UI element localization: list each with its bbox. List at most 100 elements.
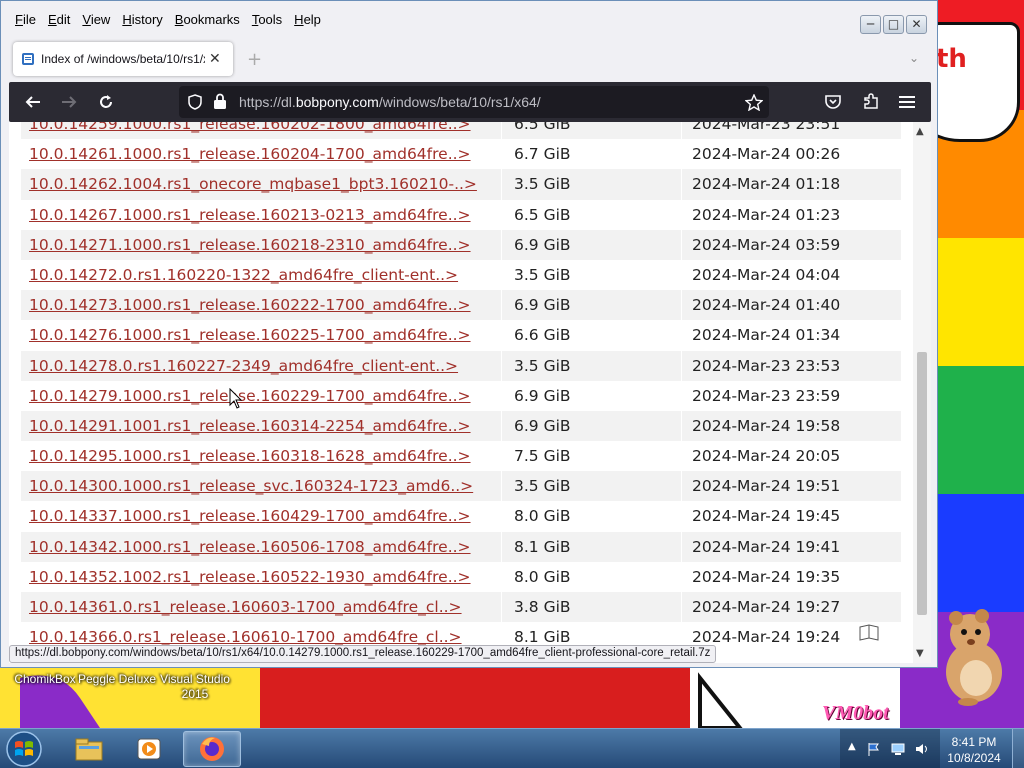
- column-separator: [501, 471, 502, 502]
- desktop-icon-peggle[interactable]: Peggle Deluxe: [72, 672, 162, 687]
- minimize-button[interactable]: ─: [860, 15, 881, 34]
- column-separator: [501, 199, 502, 230]
- file-link[interactable]: 10.0.14261.1000.rs1_release.160204-1700_…: [29, 145, 471, 163]
- file-size: 6.9 GiB: [514, 416, 571, 435]
- column-separator: [501, 169, 502, 200]
- file-date: 2024-Mar-24 19:51: [692, 477, 841, 496]
- app-menu-icon[interactable]: [895, 90, 919, 114]
- file-size: 6.9 GiB: [514, 235, 571, 254]
- firefox-window: File Edit View History Bookmarks Tools H…: [0, 0, 938, 668]
- column-separator: [681, 290, 682, 321]
- desktop-icon-label: Visual Studio 2015: [160, 672, 230, 701]
- clock-date: 10/8/2024: [947, 751, 1001, 765]
- show-hidden-icons-icon[interactable]: ▲: [848, 741, 856, 752]
- start-button-windows-icon[interactable]: [4, 730, 44, 768]
- column-separator: [681, 410, 682, 442]
- column-separator: [501, 139, 502, 170]
- clock-time: 8:41 PM: [951, 735, 997, 749]
- scrollbar-thumb[interactable]: [917, 352, 927, 615]
- file-link[interactable]: 10.0.14300.1000.rs1_release_svc.160324-1…: [29, 477, 473, 495]
- file-date: 2024-Mar-23 23:59: [692, 386, 841, 405]
- file-date: 2024-Mar-24 01:18: [692, 175, 841, 194]
- tracking-protection-shield-icon[interactable]: [187, 94, 203, 110]
- taskbar: ▲ 8:41 PM 10/8/2024: [0, 728, 1024, 768]
- table-row: 10.0.14337.1000.rs1_release.160429-1700_…: [21, 501, 901, 532]
- desktop-icon-visual-studio[interactable]: Visual Studio 2015: [150, 672, 240, 702]
- bookmark-star-icon[interactable]: [745, 94, 763, 111]
- list-all-tabs-icon[interactable]: ⌄: [909, 51, 919, 65]
- navigation-toolbar: https://dl.bobpony.com/windows/beta/10/r…: [9, 82, 931, 122]
- column-separator: [681, 259, 682, 291]
- menu-bookmarks[interactable]: Bookmarks: [169, 12, 246, 27]
- taskbar-explorer-icon[interactable]: [60, 731, 118, 767]
- forward-icon[interactable]: [57, 90, 81, 114]
- column-separator: [681, 441, 682, 472]
- menu-help[interactable]: Help: [288, 12, 327, 27]
- action-center-flag-icon[interactable]: [866, 741, 882, 757]
- scroll-up-arrow-icon[interactable]: ▲: [916, 126, 924, 137]
- back-icon[interactable]: [21, 90, 45, 114]
- column-separator: [681, 320, 682, 351]
- table-row: 10.0.14271.1000.rs1_release.160218-2310_…: [21, 229, 901, 260]
- column-separator: [681, 169, 682, 200]
- file-link[interactable]: 10.0.14262.1004.rs1_onecore_mqbase1_bpt3…: [29, 175, 477, 193]
- file-link[interactable]: 10.0.14279.1000.rs1_release.160229-1700_…: [29, 387, 471, 405]
- scroll-down-arrow-icon[interactable]: ▼: [916, 648, 924, 659]
- tab-close-icon[interactable]: ✕: [209, 51, 221, 67]
- close-window-button[interactable]: ✕: [906, 15, 927, 34]
- file-link[interactable]: 10.0.14276.1000.rs1_release.160225-1700_…: [29, 326, 471, 344]
- taskbar-media-player-icon[interactable]: [120, 731, 178, 767]
- file-date: 2024-Mar-24 19:41: [692, 537, 841, 556]
- file-link[interactable]: 10.0.14342.1000.rs1_release.160506-1708_…: [29, 538, 471, 556]
- column-separator: [501, 290, 502, 321]
- file-link[interactable]: 10.0.14259.1000.rs1_release.160202-1800_…: [29, 122, 471, 133]
- file-link[interactable]: 10.0.14366.0.rs1_release.160610-1700_amd…: [29, 628, 462, 646]
- file-link[interactable]: 10.0.14337.1000.rs1_release.160429-1700_…: [29, 507, 471, 525]
- window-controls: ─ □ ✕: [860, 15, 927, 34]
- file-link[interactable]: 10.0.14267.1000.rs1_release.160213-0213_…: [29, 206, 471, 224]
- menu-edit[interactable]: Edit: [42, 12, 76, 27]
- menu-tools[interactable]: Tools: [246, 12, 288, 27]
- speech-bubble-text: th: [936, 44, 967, 74]
- file-link[interactable]: 10.0.14295.1000.rs1_release.160318-1628_…: [29, 447, 471, 465]
- reload-icon[interactable]: [94, 90, 118, 114]
- file-size: 6.9 GiB: [514, 386, 571, 405]
- desktop-icon-label: Peggle Deluxe: [77, 672, 157, 686]
- lock-icon[interactable]: [213, 93, 227, 110]
- show-desktop-button[interactable]: [1012, 729, 1024, 768]
- column-separator: [681, 561, 682, 592]
- column-separator: [501, 259, 502, 291]
- taskbar-clock[interactable]: 8:41 PM 10/8/2024: [936, 734, 1012, 766]
- column-separator: [501, 441, 502, 472]
- vertical-scrollbar[interactable]: ▲ ▼: [913, 122, 931, 663]
- file-size: 6.7 GiB: [514, 145, 571, 164]
- tab-active[interactable]: Index of /windows/beta/10/rs1/x64/ ✕: [13, 42, 233, 76]
- url-bar[interactable]: https://dl.bobpony.com/windows/beta/10/r…: [179, 86, 769, 118]
- table-row: 10.0.14261.1000.rs1_release.160204-1700_…: [21, 139, 901, 170]
- maximize-button[interactable]: □: [883, 15, 904, 34]
- file-link[interactable]: 10.0.14278.0.rs1.160227-2349_amd64fre_cl…: [29, 357, 458, 375]
- volume-icon[interactable]: [914, 741, 930, 757]
- column-separator: [501, 380, 502, 411]
- file-link[interactable]: 10.0.14273.1000.rs1_release.160222-1700_…: [29, 296, 471, 314]
- file-link[interactable]: 10.0.14361.0.rs1_release.160603-1700_amd…: [29, 598, 462, 616]
- url-prefix: https://dl.: [239, 94, 296, 110]
- file-size: 7.5 GiB: [514, 447, 571, 466]
- extensions-icon[interactable]: [859, 90, 883, 114]
- taskbar-firefox-icon[interactable]: [183, 731, 241, 767]
- url-text: https://dl.bobpony.com/windows/beta/10/r…: [239, 94, 541, 110]
- menu-file[interactable]: File: [9, 12, 42, 27]
- column-separator: [681, 139, 682, 170]
- file-link[interactable]: 10.0.14352.1002.rs1_release.160522-1930_…: [29, 568, 471, 586]
- file-link[interactable]: 10.0.14271.1000.rs1_release.160218-2310_…: [29, 236, 471, 254]
- hamster-mascot-icon: [946, 609, 1002, 706]
- column-separator: [681, 350, 682, 381]
- file-link[interactable]: 10.0.14272.0.rs1.160220-1322_amd64fre_cl…: [29, 266, 458, 284]
- pocket-icon[interactable]: [821, 90, 845, 114]
- network-icon[interactable]: [890, 741, 906, 757]
- new-tab-icon[interactable]: +: [247, 49, 262, 70]
- file-link[interactable]: 10.0.14291.1001.rs1_release.160314-2254_…: [29, 417, 471, 435]
- menu-history[interactable]: History: [116, 12, 168, 27]
- menu-view[interactable]: View: [76, 12, 116, 27]
- link-status-url: https://dl.bobpony.com/windows/beta/10/r…: [9, 645, 717, 663]
